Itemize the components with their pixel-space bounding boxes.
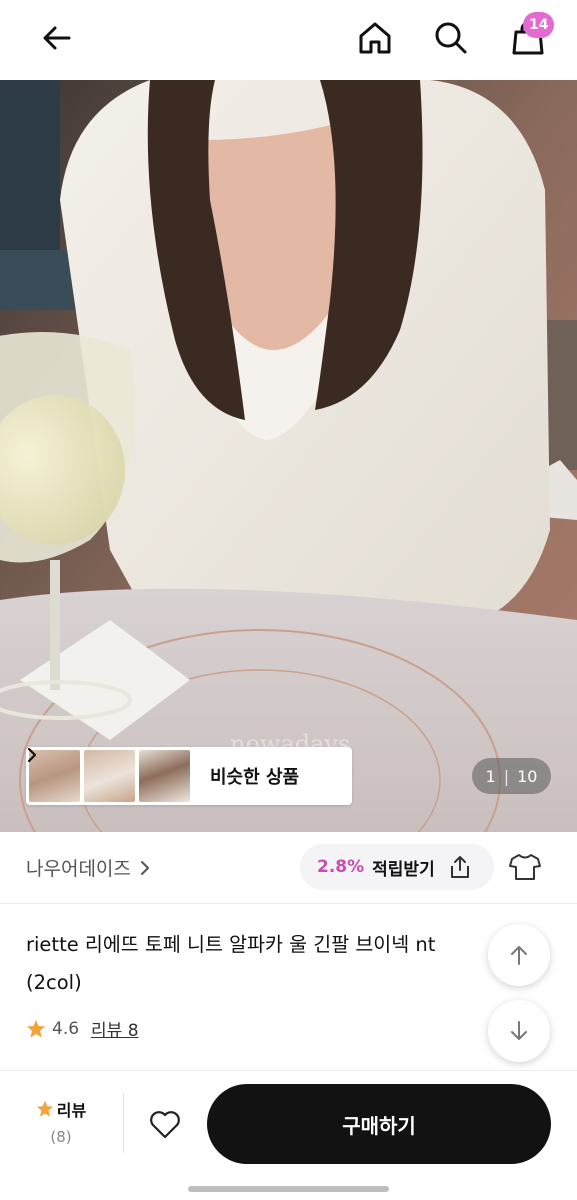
home-indicator — [188, 1186, 389, 1192]
share-icon — [447, 854, 473, 880]
bottom-action-bar: 리뷰 (8) 구매하기 — [0, 1070, 577, 1200]
arrow-up-icon — [511, 946, 527, 965]
review-count: (8) — [50, 1128, 72, 1146]
divider — [0, 903, 577, 904]
current-page: 1 — [485, 766, 496, 786]
heart-icon — [150, 1111, 180, 1139]
similar-product-thumbnail — [84, 750, 135, 802]
home-button[interactable] — [355, 18, 395, 58]
brand-name: 나우어데이즈 — [26, 858, 131, 880]
clothing-icon — [509, 854, 541, 880]
review-summary-label: 리뷰 — [56, 1101, 87, 1120]
earn-points-button[interactable]: 2.8% 적립받기 — [300, 844, 494, 890]
brand-row: 나우어데이즈 2.8% 적립받기 — [0, 832, 577, 902]
points-rate: 2.8% — [317, 857, 365, 877]
search-icon — [435, 22, 467, 54]
star-icon — [36, 1100, 53, 1117]
review-summary-label-row: 리뷰 — [24, 1097, 98, 1121]
image-page-indicator: 1 | 10 — [472, 758, 551, 794]
page-separator: | — [503, 766, 510, 786]
size-fit-button[interactable] — [505, 849, 545, 885]
buy-button[interactable]: 구매하기 — [207, 1084, 551, 1164]
rating-row: 4.6 리뷰 8 — [26, 1016, 139, 1041]
brand-link[interactable]: 나우어데이즈 — [26, 854, 151, 881]
search-button[interactable] — [431, 18, 471, 58]
earn-points-label: 적립받기 — [372, 859, 435, 880]
scroll-down-button[interactable] — [488, 1000, 550, 1062]
product-photo: nowadays — [0, 80, 577, 832]
rating-score: 4.6 — [52, 1018, 80, 1039]
similar-product-thumbnail — [139, 750, 190, 802]
top-app-bar: 14 — [0, 0, 577, 80]
wishlist-button[interactable] — [143, 1103, 187, 1147]
arrow-left-icon — [43, 26, 71, 50]
home-icon — [359, 22, 391, 54]
divider — [123, 1093, 124, 1153]
product-title: riette 리에뜨 토페 니트 알파카 울 긴팔 브이넥 nt (2col) — [26, 933, 436, 994]
chevron-right-icon — [140, 860, 149, 875]
review-summary-button[interactable]: 리뷰 (8) — [24, 1097, 98, 1146]
back-button[interactable] — [37, 18, 77, 58]
similar-products-label: 비슷한 상품 — [210, 767, 300, 788]
arrow-down-icon — [511, 1021, 527, 1040]
total-pages: 10 — [517, 766, 538, 786]
product-image-carousel[interactable]: nowadays 비슷한 상품 1 | 10 — [0, 80, 577, 832]
star-icon — [27, 1019, 45, 1037]
review-link[interactable]: 리뷰 8 — [91, 1016, 139, 1041]
similar-products-button[interactable]: 비슷한 상품 — [26, 747, 352, 805]
cart-count-badge: 14 — [523, 12, 555, 38]
scroll-up-button[interactable] — [488, 924, 550, 986]
